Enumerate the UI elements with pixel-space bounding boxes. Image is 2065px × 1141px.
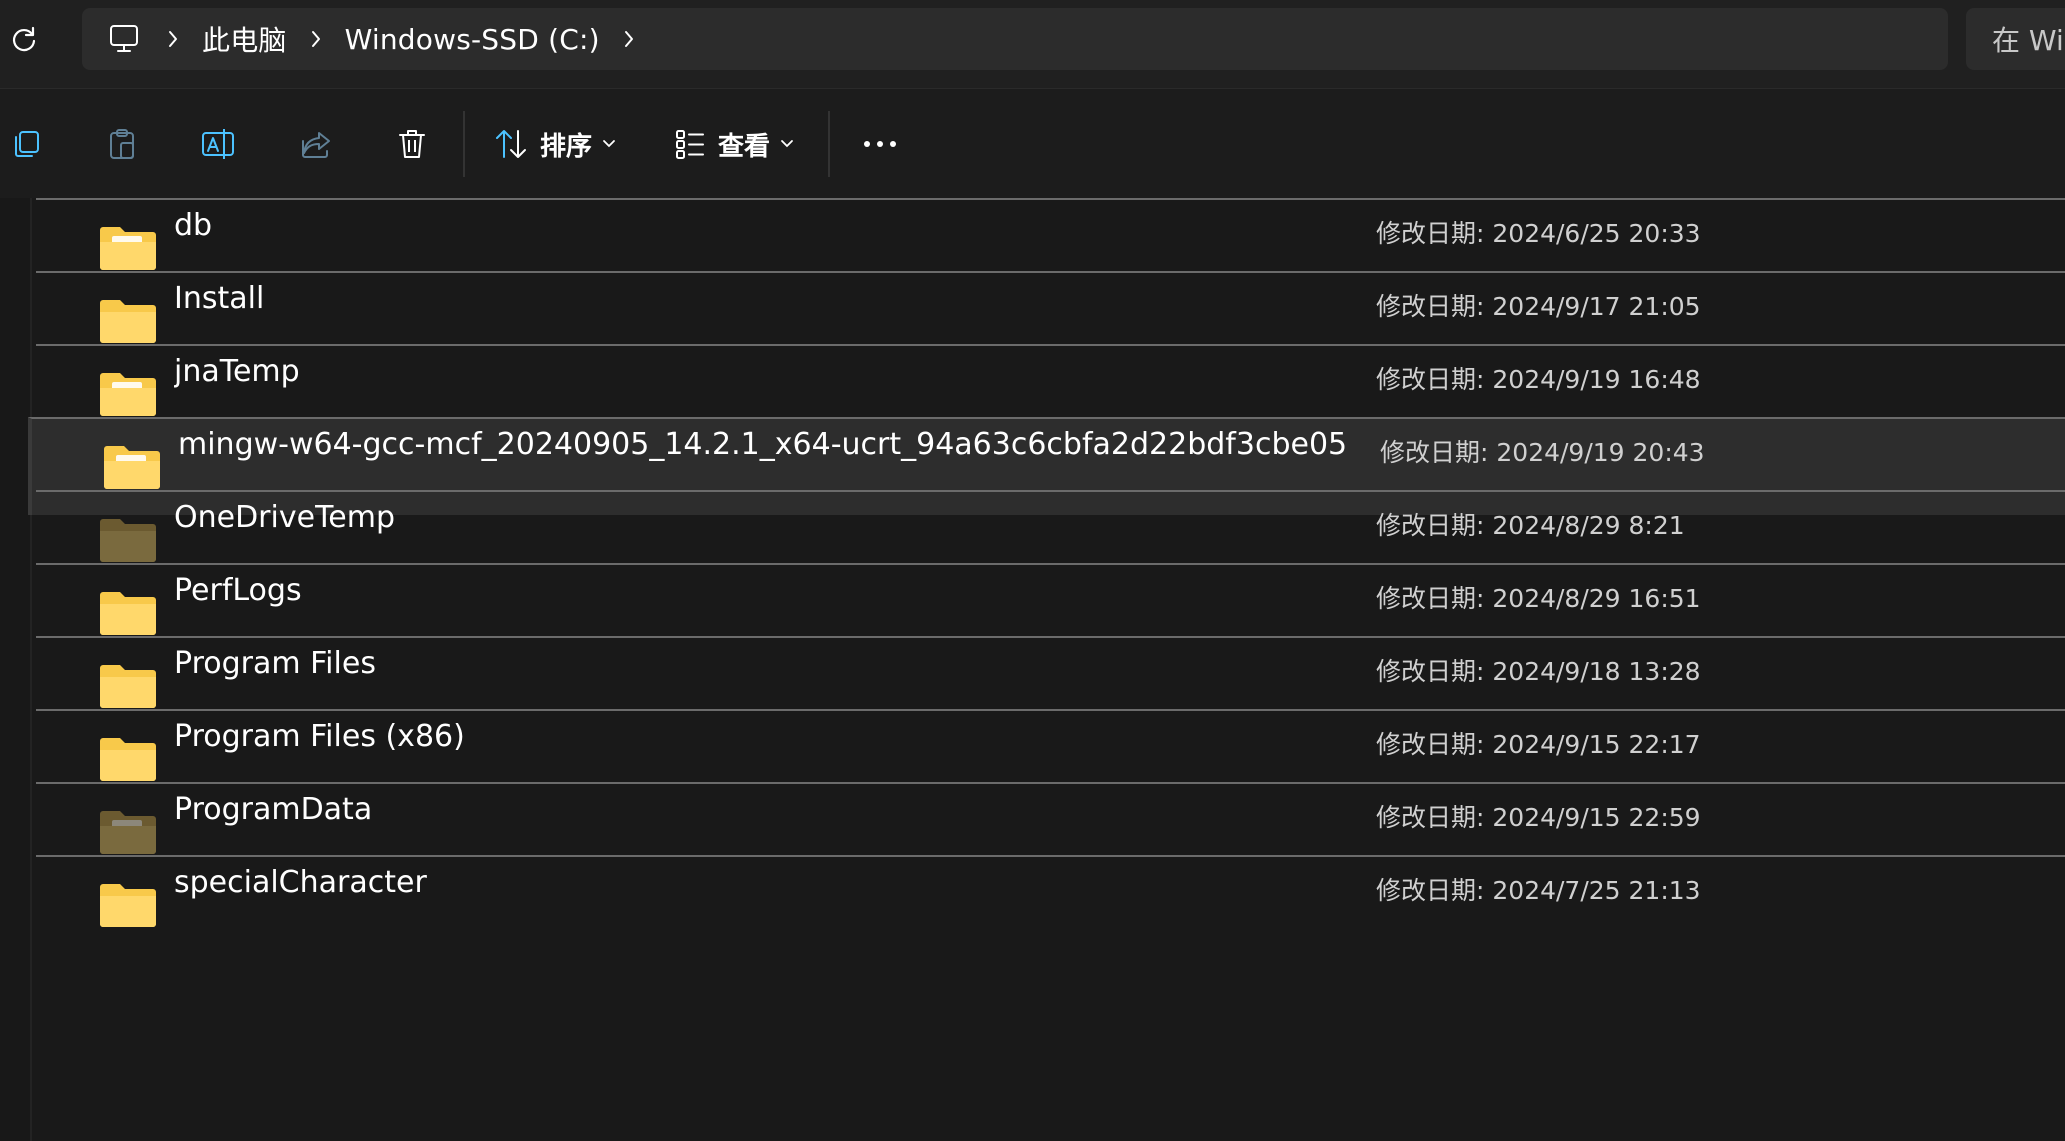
toolbar-separator [463,111,465,177]
paste-button[interactable] [100,119,144,169]
toolbar-separator [828,111,830,177]
file-name: OneDriveTemp [174,500,396,535]
rename-icon [202,129,234,159]
share-icon [302,132,330,158]
file-name: Install [174,281,265,316]
hidden-folder-icon [100,519,156,562]
file-name: jnaTemp [174,354,300,389]
list-item[interactable]: specialCharacter 修改日期: 2024/7/25 21:13 [36,855,2065,953]
sort-label: 排序 [540,131,593,162]
file-list: db 修改日期: 2024/6/25 20:33 Install 修改日期: 2… [0,198,2065,1141]
more-options-button[interactable] [858,119,902,169]
file-name: db [174,208,213,243]
refresh-icon [12,26,36,52]
hidden-folder-with-content-icon [100,811,156,854]
chevron-right-icon[interactable] [301,19,331,59]
breadcrumb-item-this-pc[interactable]: 此电脑 [202,19,287,59]
view-label: 查看 [718,131,771,162]
navigation-pane-edge [0,198,32,1141]
command-bar: 排序 查看 [0,88,2065,199]
sort-button[interactable]: 排序 [494,119,616,169]
date-modified: 修改日期: 2024/8/29 16:51 [1376,584,1701,613]
delete-button[interactable] [392,119,432,169]
this-pc-icon[interactable] [104,19,144,59]
date-modified: 修改日期: 2024/9/19 20:43 [1380,438,1705,467]
file-name: specialCharacter [174,865,427,900]
trash-icon [399,130,425,158]
refresh-button[interactable] [4,20,44,60]
search-placeholder: 在 Wi [1992,24,2064,57]
chevron-down-icon [602,139,616,149]
date-modified: 修改日期: 2024/9/18 13:28 [1376,657,1701,686]
rename-button[interactable] [196,119,240,169]
file-explorer-window: 此电脑 Windows-SSD (C:) 在 Wi 排序 查看 db 修改日期:… [0,0,2065,1141]
date-modified: 修改日期: 2024/7/25 21:13 [1376,876,1701,905]
file-name: ProgramData [174,792,373,827]
search-input[interactable]: 在 Wi [1966,8,2065,70]
sort-icon [496,130,526,158]
breadcrumb[interactable]: 此电脑 Windows-SSD (C:) [82,8,1948,70]
chevron-down-icon [780,139,794,149]
file-name: PerfLogs [174,573,302,608]
file-name: mingw-w64-gcc-mcf_20240905_14.2.1_x64-uc… [178,427,1348,462]
folder-icon [100,884,156,927]
date-modified: 修改日期: 2024/9/15 22:17 [1376,730,1701,759]
chevron-right-icon[interactable] [614,19,644,59]
folder-with-content-icon [100,227,156,270]
date-modified: 修改日期: 2024/6/25 20:33 [1376,219,1701,248]
folder-icon [100,665,156,708]
address-row: 此电脑 Windows-SSD (C:) 在 Wi [0,0,2065,88]
date-modified: 修改日期: 2024/9/15 22:59 [1376,803,1701,832]
share-button[interactable] [294,119,338,169]
folder-with-content-icon [104,446,160,489]
file-name: Program Files (x86) [174,719,465,754]
view-list-icon [676,130,704,159]
date-modified: 修改日期: 2024/9/19 16:48 [1376,365,1701,394]
copy-button[interactable] [6,119,46,169]
breadcrumb-item-drive-c[interactable]: Windows-SSD (C:) [345,23,600,56]
more-icon [864,141,896,147]
folder-icon [100,592,156,635]
folder-with-content-icon [100,373,156,416]
paste-icon [110,129,134,159]
copy-icon [15,131,39,157]
view-button[interactable]: 查看 [674,119,794,169]
chevron-right-icon[interactable] [158,19,188,59]
folder-icon [100,738,156,781]
date-modified: 修改日期: 2024/8/29 8:21 [1376,511,1685,540]
folder-icon [100,300,156,343]
date-modified: 修改日期: 2024/9/17 21:05 [1376,292,1701,321]
file-name: Program Files [174,646,376,681]
